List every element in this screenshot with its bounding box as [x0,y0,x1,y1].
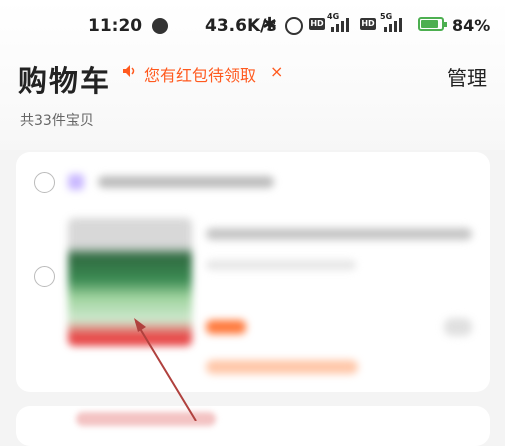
shop-select-radio[interactable] [34,172,55,193]
hd-icon: HD [360,18,376,30]
shop-name-blurred [76,412,216,426]
coupon-tag-blurred [206,360,358,374]
promo-text: 您有红包待领取 [144,66,257,85]
signal-icon [384,18,406,32]
hd-icon: HD [309,18,325,30]
battery-percent: 84% [452,16,491,35]
status-bar: 11:20 43.6K/s ✱ HD 4G HD 5G 84% [0,12,505,42]
close-icon[interactable]: × [270,62,283,81]
product-title-blurred[interactable] [206,228,472,240]
item-select-radio[interactable] [34,266,55,287]
globe-icon [152,18,168,34]
manage-button[interactable]: 管理 [447,62,487,91]
product-image[interactable] [68,218,192,346]
signal-icon [331,18,353,32]
shop-name-blurred[interactable] [98,176,274,188]
battery-icon [418,17,444,31]
cart-shop-card [16,406,490,446]
alarm-icon [285,17,303,35]
shop-icon [68,174,84,190]
page-title: 购物车 [18,64,112,98]
status-time: 11:20 [88,16,143,36]
product-price-blurred [206,320,246,334]
product-spec-blurred[interactable] [206,260,356,270]
item-count: 共33件宝贝 [20,113,94,129]
battery-tip [444,22,447,27]
quantity-stepper[interactable] [444,318,472,336]
bluetooth-icon: ✱ [262,14,278,35]
speaker-icon [123,65,135,77]
